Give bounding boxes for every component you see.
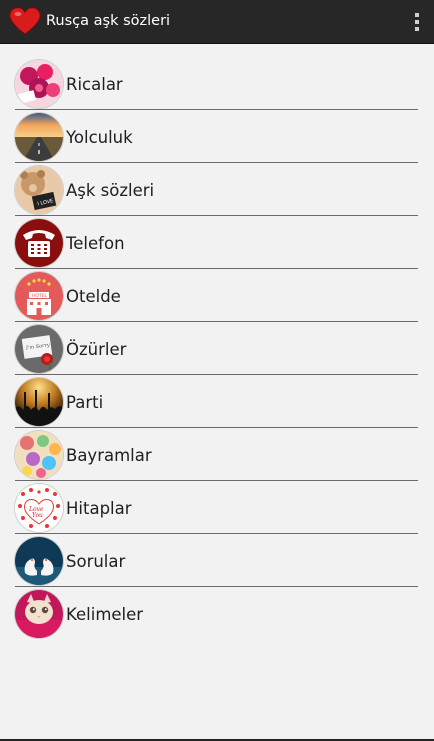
teddy-bear-icon: I LOVE xyxy=(15,166,63,214)
list-item-label: Hitaplar xyxy=(66,499,132,518)
list-item-label: Yolculuk xyxy=(66,128,133,147)
list-item-otelde[interactable]: HOTEL Otelde xyxy=(0,269,434,322)
svg-text:You: You xyxy=(32,512,43,519)
list-item-yolculuk[interactable]: Yolculuk xyxy=(0,110,434,163)
list-item-ask-sozleri[interactable]: I LOVE Aşk sözleri xyxy=(0,163,434,216)
sorry-card-icon: I'm Sorry xyxy=(15,325,63,373)
category-list: Ricalar Yolculuk I LOVE Aşk sözleri Tele… xyxy=(0,57,434,640)
overflow-menu-icon[interactable] xyxy=(414,13,420,31)
list-item-hitaplar[interactable]: Love You Hitaplar xyxy=(0,481,434,534)
list-item-label: Ricalar xyxy=(66,75,123,94)
list-item-label: Telefon xyxy=(66,234,125,253)
list-item-ozurler[interactable]: I'm Sorry Özürler xyxy=(0,322,434,375)
love-you-hearts-icon: Love You xyxy=(15,484,63,532)
swans-icon xyxy=(15,537,63,585)
road-icon xyxy=(15,113,63,161)
roses-icon xyxy=(15,60,63,108)
holiday-icon xyxy=(15,431,63,479)
app-title: Rusça aşk sözleri xyxy=(46,13,171,29)
list-item-telefon[interactable]: Telefon xyxy=(0,216,434,269)
telephone-icon xyxy=(15,219,63,267)
list-item-label: Aşk sözleri xyxy=(66,181,155,200)
list-item-label: Kelimeler xyxy=(66,605,144,624)
list-item-label: Özürler xyxy=(66,340,127,359)
list-item-kelimeler[interactable]: Kelimeler xyxy=(0,587,434,640)
list-item-parti[interactable]: Parti xyxy=(0,375,434,428)
list-item-label: Parti xyxy=(66,393,104,412)
list-item-label: Otelde xyxy=(66,287,121,306)
hotel-icon: HOTEL xyxy=(15,272,63,320)
list-item-sorular[interactable]: Sorular xyxy=(0,534,434,587)
action-bar: Rusça aşk sözleri xyxy=(0,0,434,44)
list-item-label: Bayramlar xyxy=(66,446,152,465)
kitten-icon xyxy=(15,590,63,638)
list-item-bayramlar[interactable]: Bayramlar xyxy=(0,428,434,481)
heart-icon[interactable] xyxy=(9,6,41,36)
party-icon xyxy=(15,378,63,426)
list-item-label: Sorular xyxy=(66,552,126,571)
svg-text:HOTEL: HOTEL xyxy=(32,293,48,299)
list-item-ricalar[interactable]: Ricalar xyxy=(0,57,434,110)
